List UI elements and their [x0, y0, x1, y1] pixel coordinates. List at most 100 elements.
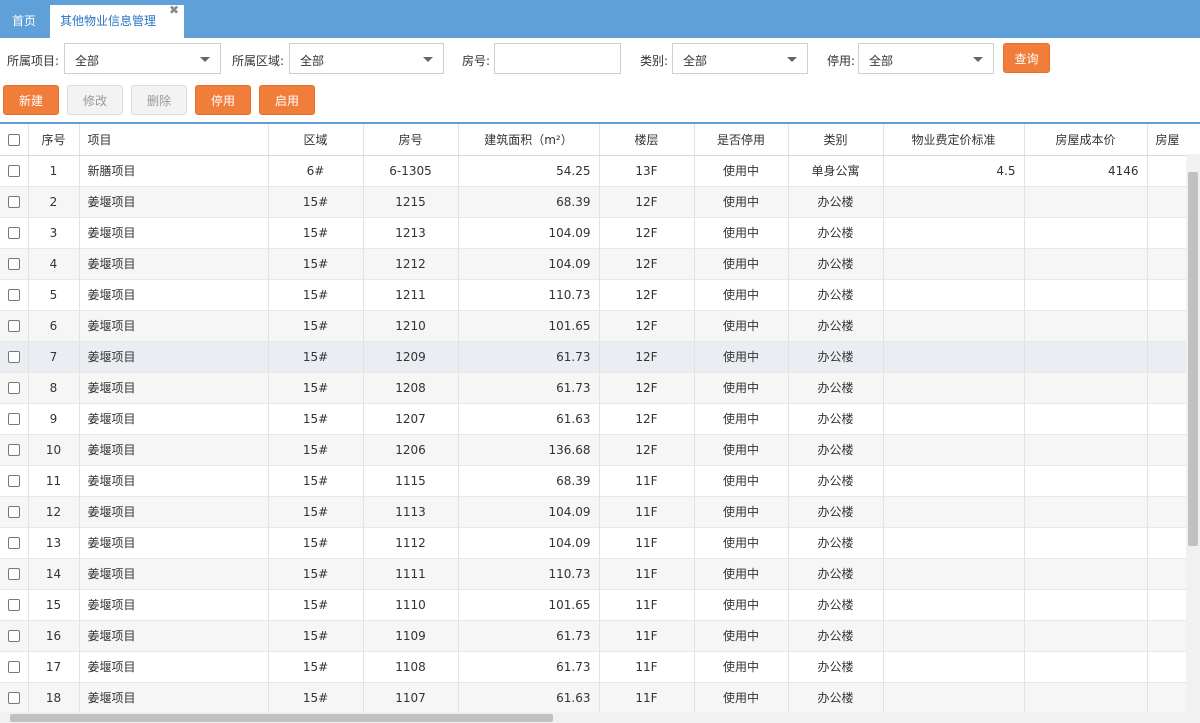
new-button[interactable]: 新建 — [3, 85, 59, 115]
area-select[interactable]: 全部 — [289, 43, 444, 74]
tab-other-property[interactable]: 其他物业信息管理 ✖ — [50, 3, 184, 38]
row-checkbox[interactable] — [0, 589, 29, 621]
table-cell: 5 — [28, 279, 80, 311]
close-icon[interactable]: ✖ — [169, 3, 179, 17]
column-header[interactable]: 房屋 — [1147, 124, 1200, 156]
checkbox-icon — [7, 351, 20, 363]
disabled-select[interactable]: 全部 — [858, 43, 994, 74]
table-cell: 使用中 — [694, 310, 789, 342]
row-checkbox[interactable] — [0, 527, 29, 559]
table-row[interactable]: 7 姜堰项目 15# 1209 61.73 12F 使用中 办公楼 — [0, 341, 1200, 373]
table-row[interactable]: 17 姜堰项目 15# 1108 61.73 11F 使用中 办公楼 — [0, 651, 1200, 683]
room-input[interactable] — [494, 43, 621, 74]
table-cell: 使用中 — [694, 372, 789, 404]
row-checkbox[interactable] — [0, 496, 29, 528]
table-row[interactable]: 8 姜堰项目 15# 1208 61.73 12F 使用中 办公楼 — [0, 372, 1200, 404]
row-checkbox[interactable] — [0, 682, 29, 712]
table-cell: 6 — [28, 310, 80, 342]
table-row[interactable]: 4 姜堰项目 15# 1212 104.09 12F 使用中 办公楼 — [0, 248, 1200, 280]
table-cell: 办公楼 — [788, 186, 884, 218]
table-cell: 11 — [28, 465, 80, 497]
vertical-scrollbar[interactable] — [1186, 154, 1200, 712]
table-row[interactable]: 18 姜堰项目 15# 1107 61.63 11F 使用中 办公楼 — [0, 682, 1200, 712]
table-header-row: 序号 项目 区域 房号 建筑面积（m²） 楼层 是否停用 类别 物业费定价标准 … — [0, 124, 1200, 156]
row-checkbox[interactable] — [0, 186, 29, 218]
enable-button[interactable]: 启用 — [259, 85, 315, 115]
table-row[interactable]: 1 新膳项目 6# 6-1305 54.25 13F 使用中 单身公寓 4.5 4146 — [0, 155, 1200, 187]
table-cell: 1113 — [363, 496, 459, 528]
column-header[interactable]: 类别 — [788, 124, 884, 156]
column-header[interactable]: 项目 — [79, 124, 269, 156]
column-header[interactable]: 是否停用 — [694, 124, 789, 156]
checkbox-icon — [7, 227, 20, 239]
column-header[interactable]: 区域 — [268, 124, 364, 156]
table-cell: 11F — [599, 558, 695, 590]
checkbox-icon — [7, 568, 20, 580]
table-cell: 姜堰项目 — [79, 186, 269, 218]
category-select[interactable]: 全部 — [672, 43, 808, 74]
row-checkbox[interactable] — [0, 341, 29, 373]
table-row[interactable]: 13 姜堰项目 15# 1112 104.09 11F 使用中 办公楼 — [0, 527, 1200, 559]
table-row[interactable]: 16 姜堰项目 15# 1109 61.73 11F 使用中 办公楼 — [0, 620, 1200, 652]
row-checkbox[interactable] — [0, 403, 29, 435]
table-row[interactable]: 14 姜堰项目 15# 1111 110.73 11F 使用中 办公楼 — [0, 558, 1200, 590]
table-cell: 15# — [268, 558, 364, 590]
table-row[interactable]: 9 姜堰项目 15# 1207 61.63 12F 使用中 办公楼 — [0, 403, 1200, 435]
table-cell: 姜堰项目 — [79, 651, 269, 683]
table-cell: 12F — [599, 217, 695, 249]
scrollbar-thumb[interactable] — [1188, 172, 1198, 546]
row-checkbox[interactable] — [0, 558, 29, 590]
table-cell: 15# — [268, 217, 364, 249]
table-row[interactable]: 5 姜堰项目 15# 1211 110.73 12F 使用中 办公楼 — [0, 279, 1200, 311]
scrollbar-thumb[interactable] — [10, 714, 553, 722]
table-cell: 3 — [28, 217, 80, 249]
column-header[interactable]: 房号 — [363, 124, 459, 156]
disable-button[interactable]: 停用 — [195, 85, 251, 115]
category-select-value: 全部 — [683, 54, 708, 68]
row-checkbox[interactable] — [0, 372, 29, 404]
horizontal-scrollbar[interactable] — [0, 712, 1200, 723]
table-cell: 办公楼 — [788, 682, 884, 712]
table-cell: 17 — [28, 651, 80, 683]
column-header[interactable]: 房屋成本价 — [1024, 124, 1148, 156]
column-header[interactable]: 建筑面积（m²） — [458, 124, 600, 156]
table-cell: 办公楼 — [788, 341, 884, 373]
checkbox-icon — [7, 692, 20, 704]
row-checkbox[interactable] — [0, 248, 29, 280]
table-row[interactable]: 15 姜堰项目 15# 1110 101.65 11F 使用中 办公楼 — [0, 589, 1200, 621]
table-cell: 姜堰项目 — [79, 279, 269, 311]
table-row[interactable]: 10 姜堰项目 15# 1206 136.68 12F 使用中 办公楼 — [0, 434, 1200, 466]
row-checkbox[interactable] — [0, 279, 29, 311]
select-all-checkbox[interactable] — [0, 124, 29, 156]
row-checkbox[interactable] — [0, 620, 29, 652]
query-button[interactable]: 查询 — [1003, 43, 1050, 73]
table-row[interactable]: 3 姜堰项目 15# 1213 104.09 12F 使用中 办公楼 — [0, 217, 1200, 249]
row-checkbox[interactable] — [0, 310, 29, 342]
table-cell: 姜堰项目 — [79, 341, 269, 373]
edit-button[interactable]: 修改 — [67, 85, 123, 115]
column-header[interactable]: 序号 — [28, 124, 80, 156]
table-row[interactable]: 6 姜堰项目 15# 1210 101.65 12F 使用中 办公楼 — [0, 310, 1200, 342]
table-cell: 15# — [268, 279, 364, 311]
checkbox-icon — [7, 444, 20, 456]
table-row[interactable]: 2 姜堰项目 15# 1215 68.39 12F 使用中 办公楼 — [0, 186, 1200, 218]
table-cell — [883, 248, 1025, 280]
table-cell: 1115 — [363, 465, 459, 497]
row-checkbox[interactable] — [0, 217, 29, 249]
row-checkbox[interactable] — [0, 651, 29, 683]
delete-button[interactable]: 删除 — [131, 85, 187, 115]
row-checkbox[interactable] — [0, 434, 29, 466]
table-cell: 4146 — [1024, 155, 1148, 187]
column-header[interactable]: 物业费定价标准 — [883, 124, 1025, 156]
table-row[interactable]: 12 姜堰项目 15# 1113 104.09 11F 使用中 办公楼 — [0, 496, 1200, 528]
table-cell: 姜堰项目 — [79, 310, 269, 342]
row-checkbox[interactable] — [0, 465, 29, 497]
table-cell: 1209 — [363, 341, 459, 373]
category-label: 类别: — [640, 54, 669, 68]
table-cell: 姜堰项目 — [79, 620, 269, 652]
column-header[interactable]: 楼层 — [599, 124, 695, 156]
table-row[interactable]: 11 姜堰项目 15# 1115 68.39 11F 使用中 办公楼 — [0, 465, 1200, 497]
project-select[interactable]: 全部 — [64, 43, 221, 74]
tab-home[interactable]: 首页 — [0, 5, 48, 38]
row-checkbox[interactable] — [0, 155, 29, 187]
